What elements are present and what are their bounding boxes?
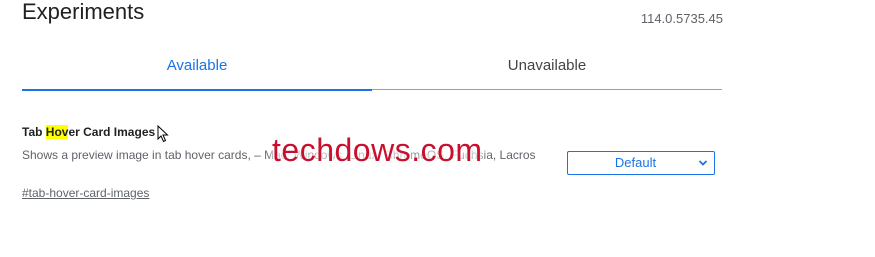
experiment-name: Tab Hover Card Images: [22, 125, 155, 139]
flags-page: Experiments 114.0.5735.45 Available Unav…: [0, 0, 875, 257]
experiment-name-suffix: er Card Images: [68, 125, 156, 139]
watermark: techdows.com: [272, 132, 483, 168]
search-highlight: Hov: [45, 125, 69, 139]
tab-unavailable[interactable]: Unavailable: [372, 45, 722, 89]
experiment-name-prefix: Tab: [22, 125, 46, 139]
tab-available[interactable]: Available: [22, 45, 372, 91]
version-label: 114.0.5735.45: [640, 11, 723, 26]
experiment-state-select[interactable]: Default: [567, 151, 715, 175]
select-value: Default: [614, 155, 657, 170]
page-title: Experiments: [22, 0, 145, 24]
experiment-permalink[interactable]: #tab-hover-card-images: [22, 186, 149, 200]
tab-bar: Available Unavailable: [22, 45, 722, 91]
chevron-down-icon: [698, 160, 708, 166]
mouse-pointer-icon: [157, 125, 169, 143]
